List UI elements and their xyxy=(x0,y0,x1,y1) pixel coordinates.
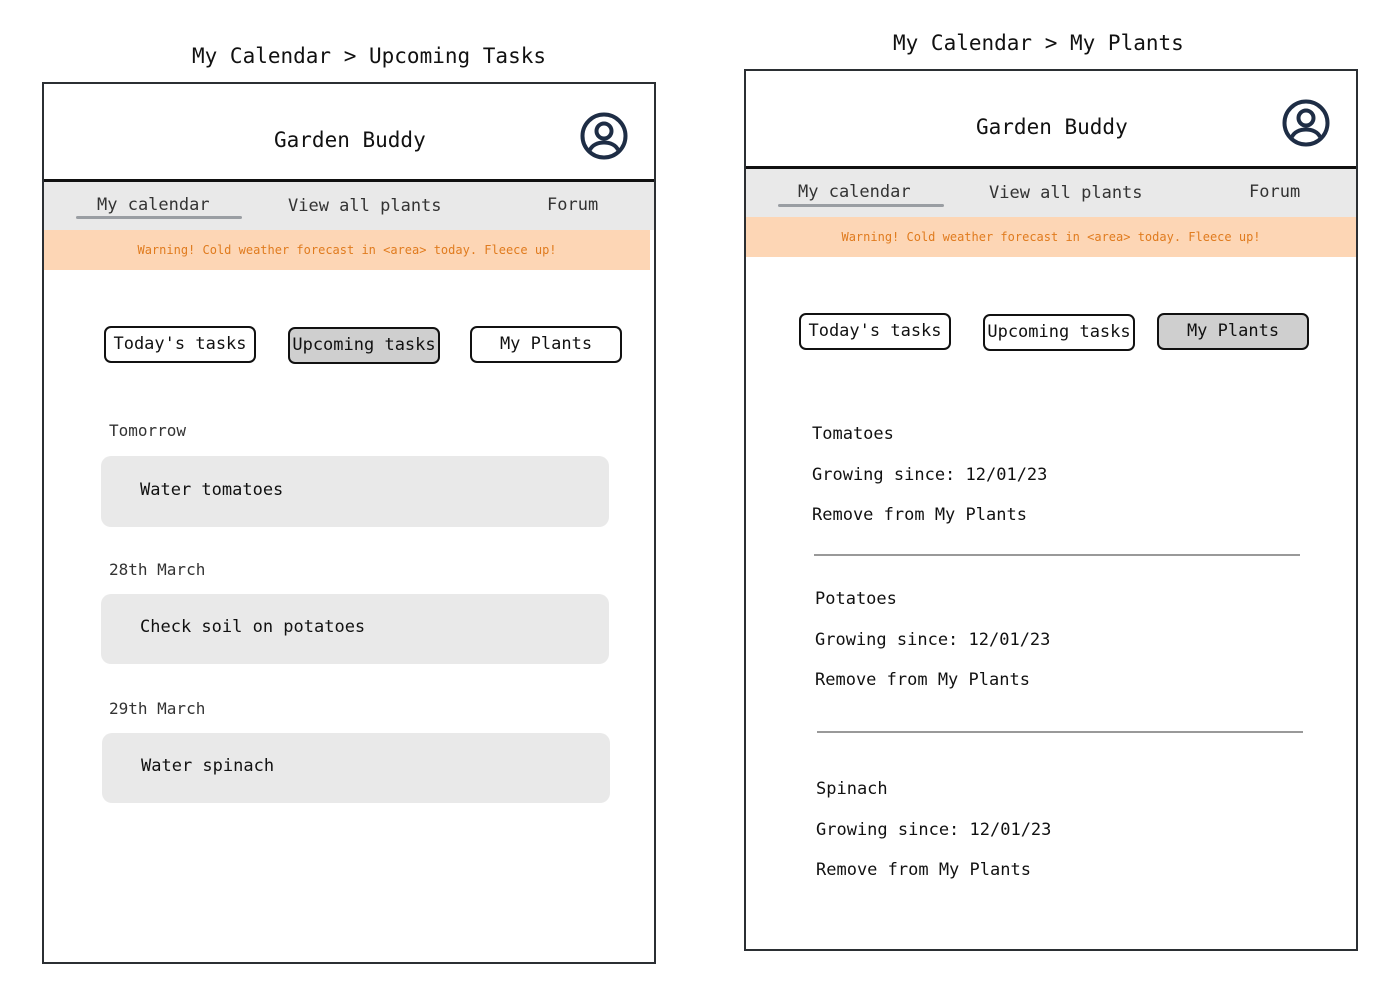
weather-warning-banner: Warning! Cold weather forecast in <area>… xyxy=(746,217,1356,257)
app-title: Garden Buddy xyxy=(976,115,1128,139)
app-title: Garden Buddy xyxy=(274,128,426,152)
task-text: Check soil on potatoes xyxy=(140,617,366,637)
tab-upcoming-tasks[interactable]: Upcoming tasks xyxy=(288,327,440,364)
active-nav-underline xyxy=(76,216,242,219)
date-label: Tomorrow xyxy=(109,421,187,440)
nav-view-all-plants[interactable]: View all plants xyxy=(288,196,442,216)
remove-plant-link[interactable]: Remove from My Plants xyxy=(816,860,1031,880)
task-text: Water spinach xyxy=(141,756,275,776)
nav-my-calendar[interactable]: My calendar xyxy=(97,195,210,215)
plant-divider xyxy=(814,554,1300,556)
plant-name: Potatoes xyxy=(815,589,897,609)
plant-growing-since: Growing since: 12/01/23 xyxy=(812,465,1048,485)
left-screen-frame: Garden Buddy My calendar View all plants… xyxy=(42,82,656,964)
date-label: 29th March xyxy=(109,699,206,718)
nav-forum[interactable]: Forum xyxy=(547,195,598,215)
nav-bar: My calendar View all plants Forum xyxy=(44,182,654,230)
right-screen-caption: My Calendar > My Plants xyxy=(893,31,1184,55)
tab-my-plants[interactable]: My Plants xyxy=(470,326,622,363)
task-card[interactable]: Check soil on potatoes xyxy=(101,594,609,664)
nav-my-calendar[interactable]: My calendar xyxy=(798,182,911,202)
remove-plant-link[interactable]: Remove from My Plants xyxy=(815,670,1030,690)
plant-growing-since: Growing since: 12/01/23 xyxy=(815,630,1051,650)
tab-todays-tasks[interactable]: Today's tasks xyxy=(104,326,256,363)
task-card[interactable]: Water spinach xyxy=(102,733,610,803)
task-text: Water tomatoes xyxy=(140,480,284,500)
weather-warning-banner: Warning! Cold weather forecast in <area>… xyxy=(44,230,650,270)
tab-my-plants[interactable]: My Plants xyxy=(1157,313,1309,350)
tab-todays-tasks[interactable]: Today's tasks xyxy=(799,313,951,350)
right-screen-frame: Garden Buddy My calendar View all plants… xyxy=(744,69,1358,951)
nav-forum[interactable]: Forum xyxy=(1249,182,1300,202)
left-screen-caption: My Calendar > Upcoming Tasks xyxy=(192,44,547,68)
plant-name: Tomatoes xyxy=(812,424,894,444)
active-nav-underline xyxy=(778,204,944,207)
task-card[interactable]: Water tomatoes xyxy=(101,456,609,527)
app-header: Garden Buddy xyxy=(746,71,1356,169)
nav-bar: My calendar View all plants Forum xyxy=(746,169,1356,217)
user-circle-icon[interactable] xyxy=(1282,99,1330,147)
tab-upcoming-tasks[interactable]: Upcoming tasks xyxy=(983,314,1135,351)
nav-view-all-plants[interactable]: View all plants xyxy=(989,183,1143,203)
remove-plant-link[interactable]: Remove from My Plants xyxy=(812,505,1027,525)
date-label: 28th March xyxy=(109,560,206,579)
app-header: Garden Buddy xyxy=(44,84,654,182)
user-circle-icon[interactable] xyxy=(580,112,628,160)
plant-divider xyxy=(817,731,1303,733)
plant-name: Spinach xyxy=(816,779,888,799)
plant-growing-since: Growing since: 12/01/23 xyxy=(816,820,1052,840)
